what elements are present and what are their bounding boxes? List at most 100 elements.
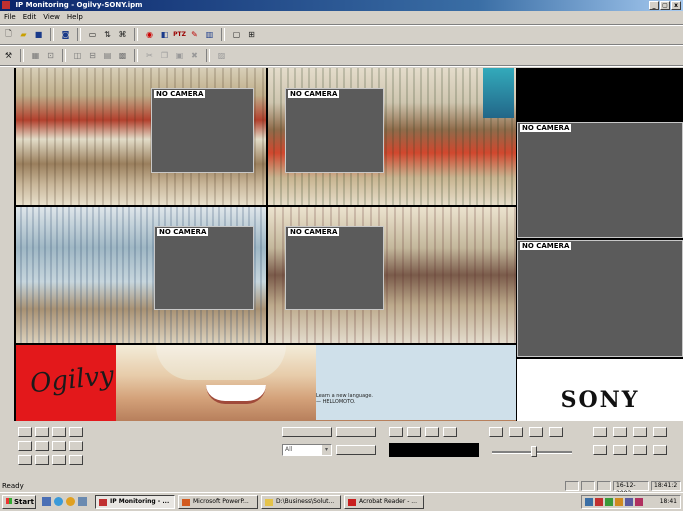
no-camera-panel-4[interactable]: NO CAMERA (154, 226, 254, 310)
cut-icon[interactable]: ✂ (143, 49, 156, 62)
task-ip-monitoring[interactable]: IP Monitoring - ... (95, 495, 175, 509)
camera-select-button[interactable] (69, 427, 83, 437)
show-desktop-icon[interactable] (42, 497, 51, 506)
properties-icon[interactable]: ▨ (215, 49, 228, 62)
windows-logo-icon (6, 498, 12, 504)
minimize-button[interactable]: _ (649, 1, 659, 10)
camera-select-button[interactable] (18, 427, 32, 437)
table-icon[interactable]: ▩ (116, 49, 129, 62)
zoom-icon[interactable]: ⊡ (44, 49, 57, 62)
play-button[interactable] (407, 427, 421, 437)
step-forward-button[interactable] (529, 427, 543, 437)
tray-icon[interactable] (635, 498, 643, 506)
rewind-button[interactable] (489, 427, 503, 437)
record-button[interactable] (389, 427, 403, 437)
camera-select-button[interactable] (35, 441, 49, 451)
speed-slider-thumb[interactable] (531, 446, 537, 457)
menu-view[interactable]: View (43, 12, 60, 23)
camera-select-button[interactable] (18, 441, 32, 451)
camera-select-button[interactable] (52, 441, 66, 451)
camera-select-button[interactable] (52, 455, 66, 465)
iris-open-button[interactable] (593, 445, 607, 455)
toolbar-separator (62, 49, 66, 62)
camera-select-button[interactable] (18, 455, 32, 465)
taskbar-clock[interactable]: 18:41 (660, 496, 677, 508)
focus-near-button[interactable] (633, 427, 647, 437)
camera-icon[interactable]: ◙ (59, 28, 72, 41)
tray-icon[interactable] (595, 498, 603, 506)
no-camera-panel-5[interactable]: NO CAMERA (285, 226, 384, 310)
map-icon[interactable]: ✎ (188, 28, 201, 41)
new-file-icon[interactable]: 🗋 (2, 28, 15, 41)
chart-icon[interactable]: ▥ (203, 28, 216, 41)
pause-button[interactable] (425, 427, 439, 437)
close-button[interactable]: x (671, 1, 681, 10)
app-window: IP Monitoring - Ogilvy-SONY.ipm _ ▢ x Fi… (0, 0, 683, 511)
network-icon[interactable]: ⌘ (116, 28, 129, 41)
no-camera-label: NO CAMERA (157, 228, 209, 236)
window-icon[interactable]: ▢ (230, 28, 243, 41)
camera-select-button[interactable] (35, 427, 49, 437)
ptz-button[interactable]: PTZ (173, 28, 186, 41)
start-button[interactable]: Start (2, 495, 36, 509)
ptz-action-button[interactable] (336, 427, 376, 437)
delete-icon[interactable]: ✖ (188, 49, 201, 62)
task-powerpoint[interactable]: Microsoft PowerP... (178, 495, 258, 509)
camera-select-button[interactable] (69, 441, 83, 451)
no-camera-panel-1[interactable]: NO CAMERA (151, 88, 254, 173)
media-icon[interactable] (66, 497, 75, 506)
display-icon[interactable]: ▭ (86, 28, 99, 41)
open-folder-icon[interactable]: ▰ (17, 28, 30, 41)
split-horizontal-icon[interactable]: ⊟ (86, 49, 99, 62)
camera-select-button[interactable] (52, 427, 66, 437)
sort-icon[interactable]: ⇅ (101, 28, 114, 41)
toolbar-separator (20, 49, 24, 62)
auto-button[interactable] (653, 445, 667, 455)
task-folder[interactable]: D:\Business\Solut... (261, 495, 341, 509)
camera-select-button[interactable] (69, 455, 83, 465)
task-acrobat[interactable]: Acrobat Reader - ... (344, 495, 424, 509)
banner-background (316, 345, 516, 420)
menu-file[interactable]: File (4, 12, 16, 23)
toolbar-separator (221, 28, 225, 41)
no-camera-panel-2[interactable]: NO CAMERA (285, 88, 384, 173)
advert-banner: Learn a new language. — HELLOMOTO. (116, 345, 516, 421)
focus-far-button[interactable] (653, 427, 667, 437)
stop-button[interactable] (443, 427, 457, 437)
zoom-in-button[interactable] (593, 427, 607, 437)
tagline-line-2: — HELLOMOTO. (316, 399, 356, 405)
forward-button[interactable] (549, 427, 563, 437)
copy-icon[interactable]: ❐ (158, 49, 171, 62)
save-icon[interactable]: ■ (32, 28, 45, 41)
grid-icon[interactable]: ▦ (29, 49, 42, 62)
iris-close-button[interactable] (613, 445, 627, 455)
preset-button[interactable] (633, 445, 647, 455)
no-camera-panel-3[interactable]: NO CAMERA (517, 122, 683, 238)
tray-icon[interactable] (615, 498, 623, 506)
maximize-button[interactable]: ▢ (660, 1, 670, 10)
tray-icon[interactable] (585, 498, 593, 506)
no-camera-panel-6[interactable]: NO CAMERA (517, 240, 683, 357)
menu-help[interactable]: Help (67, 12, 83, 23)
browser-icon[interactable] (54, 497, 63, 506)
go-preset-button[interactable] (336, 445, 376, 455)
menu-edit[interactable]: Edit (23, 12, 37, 23)
ptz-up-button[interactable] (282, 427, 332, 437)
split-icon[interactable]: ◫ (71, 49, 84, 62)
record-icon[interactable]: ◉ (143, 28, 156, 41)
camera-select-button[interactable] (35, 455, 49, 465)
taskbar: Start IP Monitoring - ... Microsoft Powe… (0, 492, 683, 511)
layout-icon[interactable]: ⊞ (245, 28, 258, 41)
no-camera-label: NO CAMERA (288, 90, 340, 98)
zoom-out-button[interactable] (613, 427, 627, 437)
panel-icon[interactable]: ▤ (101, 49, 114, 62)
snapshot-icon[interactable]: ◧ (158, 28, 171, 41)
tray-icon[interactable] (625, 498, 633, 506)
quicklaunch-icon[interactable] (78, 497, 87, 506)
step-back-button[interactable] (509, 427, 523, 437)
tray-icon[interactable] (605, 498, 613, 506)
paste-icon[interactable]: ▣ (173, 49, 186, 62)
tools-icon[interactable]: ⚒ (2, 49, 15, 62)
folder-icon (265, 499, 273, 506)
preset-select[interactable]: All ▾ (282, 444, 332, 456)
